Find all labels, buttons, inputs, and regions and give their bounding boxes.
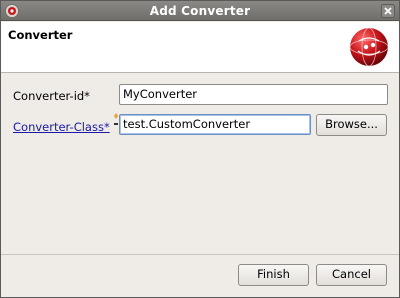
- converter-id-input[interactable]: MyConverter: [119, 84, 388, 105]
- footer-separator: [1, 254, 399, 255]
- window-title: Add Converter: [149, 4, 251, 18]
- close-icon[interactable]: [381, 4, 395, 18]
- header-banner: Converter: [1, 22, 399, 73]
- converter-class-link[interactable]: Converter-Class*: [13, 120, 110, 134]
- converter-class-input[interactable]: test.CustomConverter: [119, 114, 311, 135]
- title-bar[interactable]: Add Converter: [1, 1, 399, 21]
- converter-id-label: Converter-id*: [13, 89, 90, 103]
- banner-title: Converter: [8, 28, 73, 42]
- browse-button[interactable]: Browse...: [316, 114, 387, 136]
- converter-logo-icon: [349, 27, 389, 67]
- finish-button[interactable]: Finish: [238, 264, 309, 286]
- dialog-window: Add Converter Converter Converter-id* My…: [0, 0, 400, 298]
- cancel-button[interactable]: Cancel: [316, 264, 387, 286]
